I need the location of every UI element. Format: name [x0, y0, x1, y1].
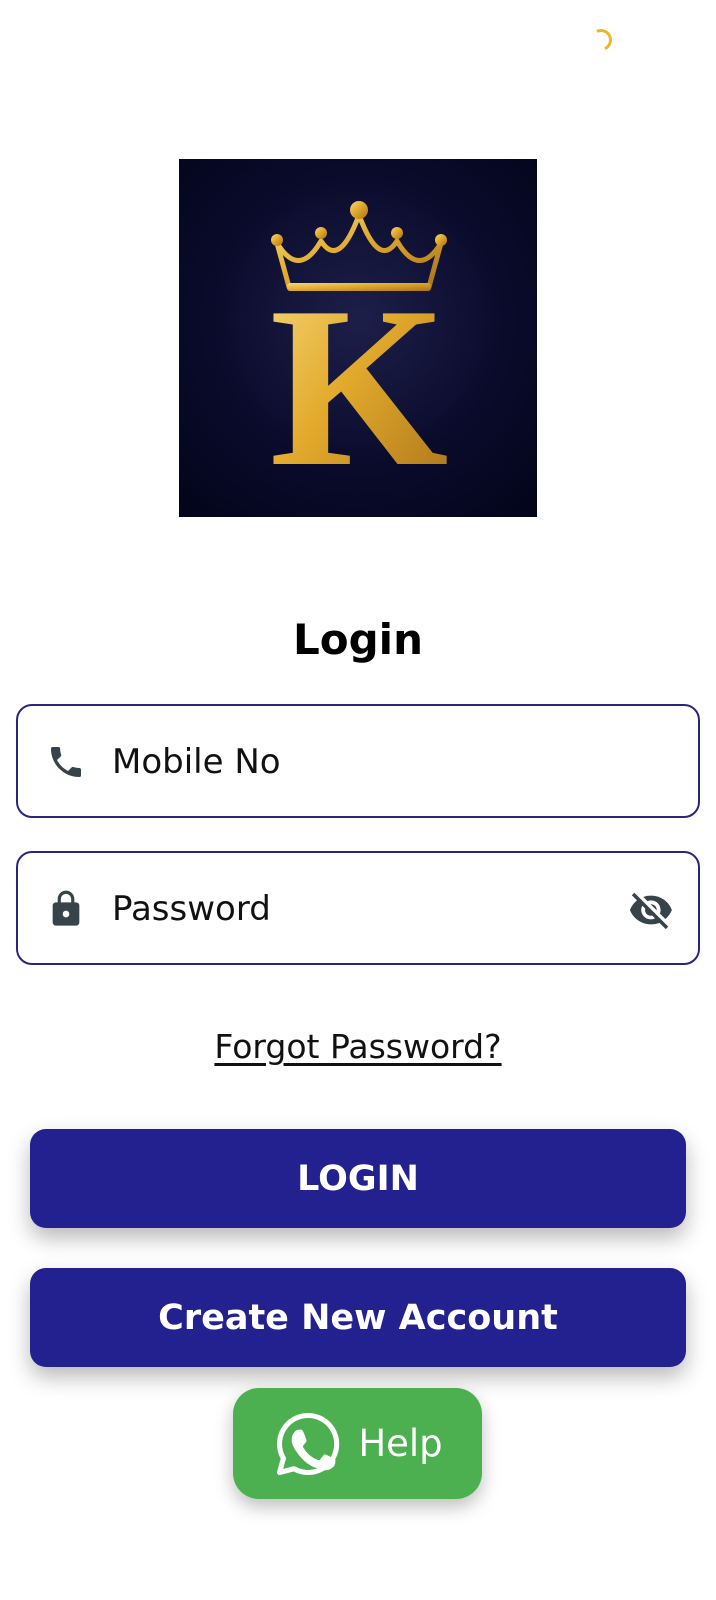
logo-letter: K [270, 259, 449, 514]
password-input[interactable] [112, 873, 612, 945]
crown-k-logo: K [179, 159, 537, 517]
forgot-password-link[interactable]: Forgot Password? [214, 1027, 501, 1066]
mobile-input[interactable] [112, 726, 612, 798]
login-screen: K Login Forgot Password? LOGIN Create Ne… [0, 0, 716, 1600]
page-title: Login [293, 615, 423, 664]
phone-icon [51, 747, 81, 777]
mobile-field[interactable] [16, 704, 700, 818]
loading-spinner-icon [586, 25, 616, 55]
password-field[interactable] [16, 851, 700, 965]
help-label: Help [358, 1422, 443, 1465]
login-button[interactable]: LOGIN [30, 1129, 686, 1228]
whatsapp-icon [277, 1412, 340, 1475]
create-account-button[interactable]: Create New Account [30, 1268, 686, 1367]
help-button[interactable]: Help [233, 1388, 482, 1499]
lock-icon [52, 890, 80, 926]
eye-off-icon[interactable] [628, 887, 674, 933]
forgot-password-area: Forgot Password? [0, 1027, 716, 1066]
